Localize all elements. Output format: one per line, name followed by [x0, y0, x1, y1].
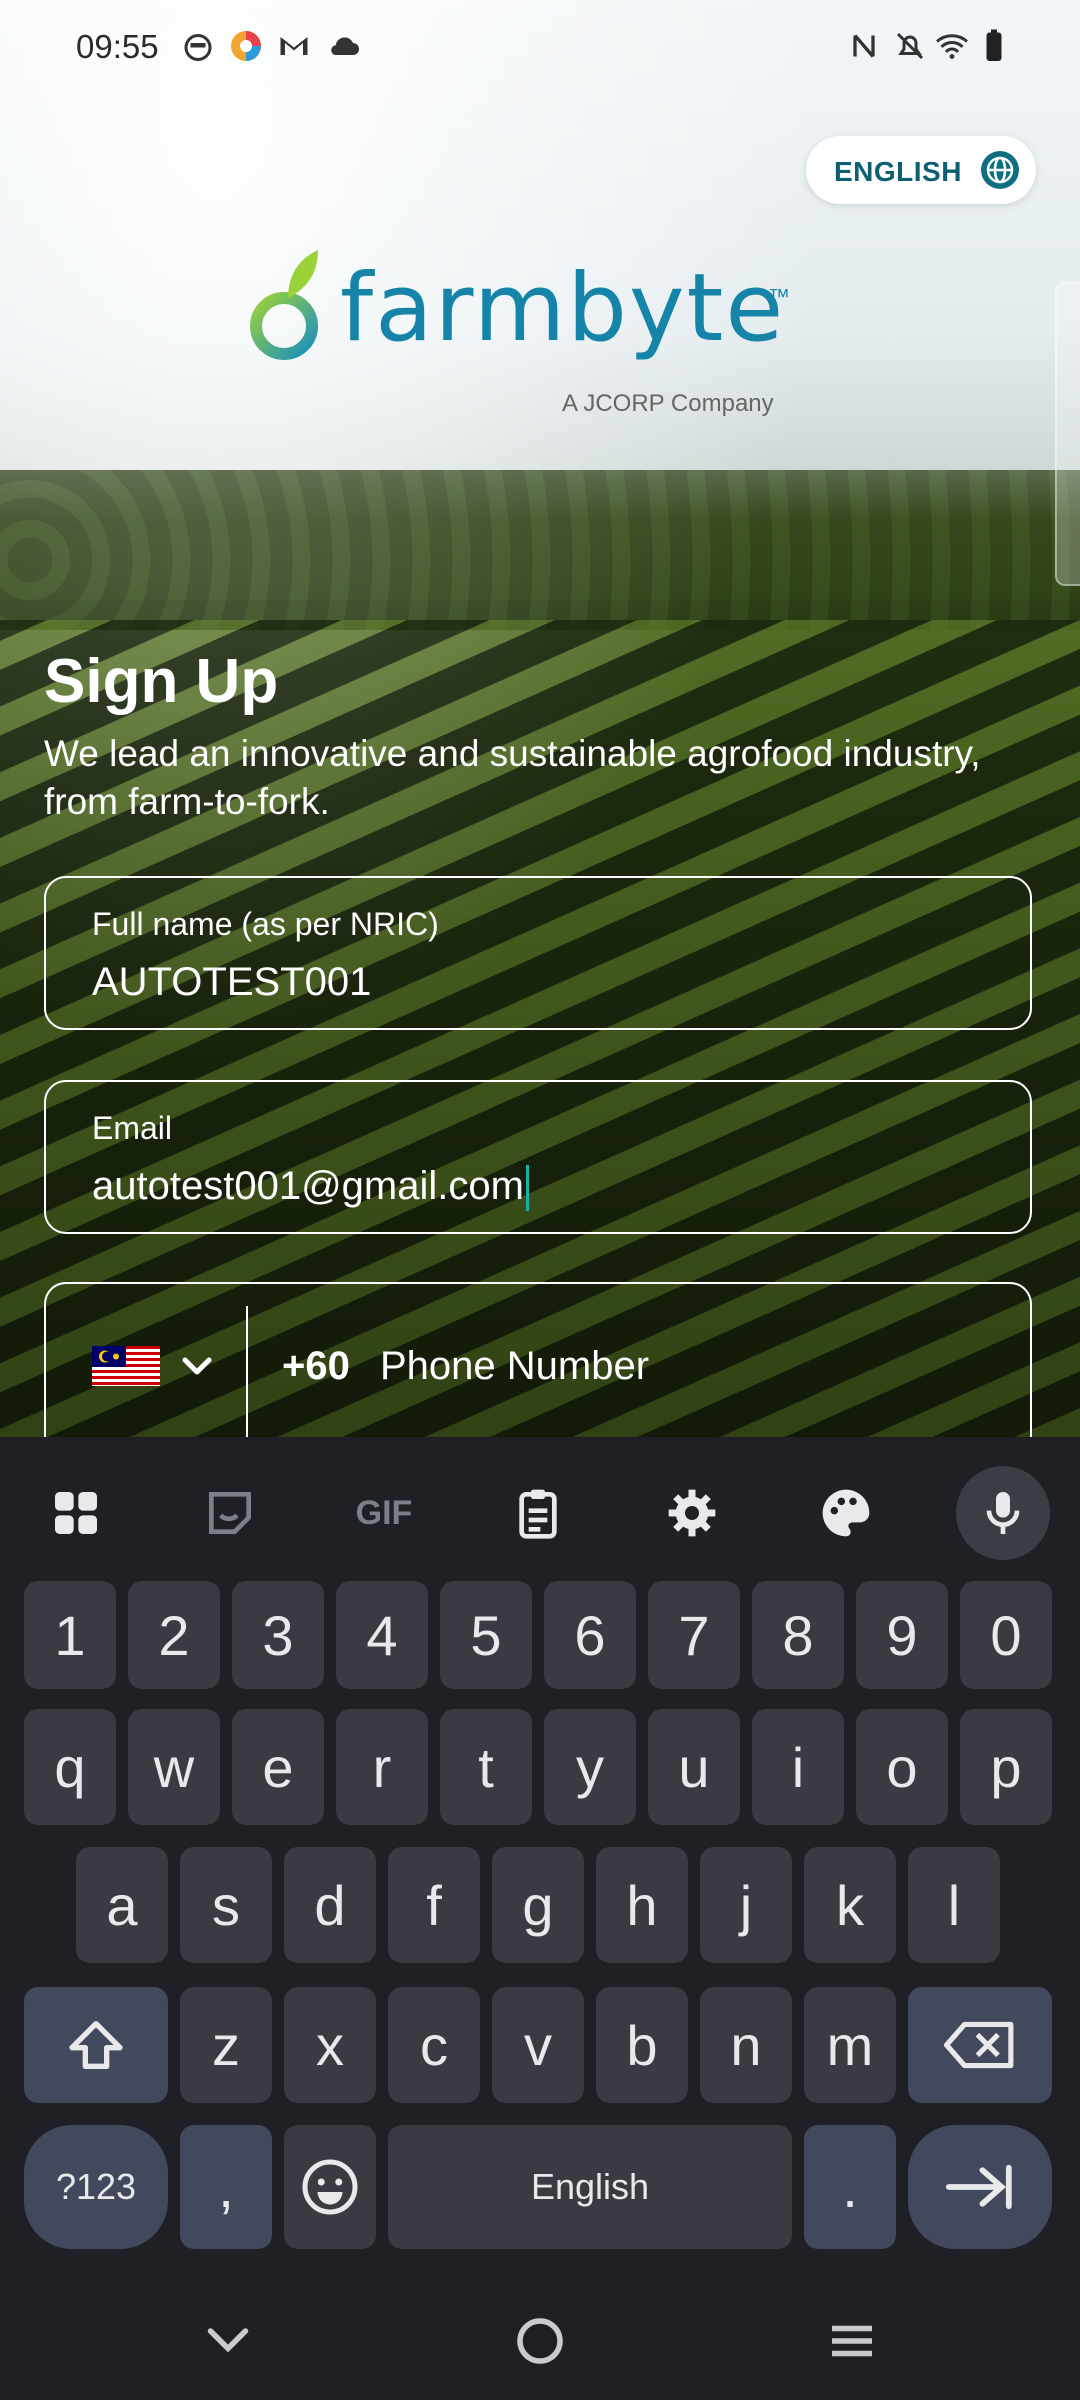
- page-subtitle: We lead an innovative and sustainable ag…: [44, 733, 981, 822]
- key-l[interactable]: l: [908, 1847, 1000, 1963]
- period-key[interactable]: .: [804, 2125, 896, 2249]
- key-3[interactable]: 3: [232, 1581, 324, 1689]
- comma-key[interactable]: ,: [180, 2125, 272, 2249]
- screen: 09:55 ENGLISH farmbyte ™ A JCORP Company…: [0, 0, 1080, 2400]
- side-panel-handle[interactable]: [1055, 282, 1080, 586]
- key-i[interactable]: i: [752, 1709, 844, 1825]
- apps-icon[interactable]: [26, 1463, 126, 1563]
- status-bar: 09:55: [0, 0, 1080, 96]
- key-u[interactable]: u: [648, 1709, 740, 1825]
- key-6[interactable]: 6: [544, 1581, 636, 1689]
- key-z[interactable]: z: [180, 1987, 272, 2103]
- nfc-icon: [846, 28, 882, 64]
- backspace-key[interactable]: [908, 1987, 1052, 2103]
- key-c[interactable]: c: [388, 1987, 480, 2103]
- gif-label: GIF: [355, 1493, 413, 1532]
- cloud-icon: [326, 28, 362, 64]
- globe-icon: [980, 150, 1020, 190]
- palette-icon[interactable]: [796, 1463, 896, 1563]
- gmail-icon: [276, 28, 312, 64]
- space-key[interactable]: English: [388, 2125, 792, 2249]
- key-k[interactable]: k: [804, 1847, 896, 1963]
- key-x[interactable]: x: [284, 1987, 376, 2103]
- key-t[interactable]: t: [440, 1709, 532, 1825]
- key-h[interactable]: h: [596, 1847, 688, 1963]
- emoji-icon: [302, 2159, 358, 2215]
- shift-icon: [69, 2021, 123, 2069]
- full-name-input[interactable]: AUTOTEST001: [92, 960, 371, 1005]
- menu-icon[interactable]: [822, 2311, 882, 2371]
- key-m[interactable]: m: [804, 1987, 896, 2103]
- phone-number-input[interactable]: Phone Number: [380, 1344, 649, 1389]
- malaysia-flag-icon[interactable]: [92, 1346, 160, 1386]
- key-9[interactable]: 9: [856, 1581, 948, 1689]
- symbols-label: ?123: [55, 2166, 137, 2207]
- symbols-key[interactable]: ?123: [24, 2125, 168, 2249]
- key-v[interactable]: v: [492, 1987, 584, 2103]
- keyboard: GIF 1 2 3 4 5 6 7 8 9 0 q w e r t y u i: [0, 1437, 1080, 2267]
- next-key[interactable]: [908, 2125, 1052, 2249]
- bell-off-icon: [892, 28, 928, 64]
- page-title: Sign Up: [44, 647, 279, 716]
- hide-keyboard-icon[interactable]: [198, 2311, 258, 2371]
- key-d[interactable]: d: [284, 1847, 376, 1963]
- battery-icon: [976, 28, 1012, 64]
- email-input[interactable]: autotest001@gmail.com: [92, 1164, 524, 1208]
- backspace-icon: [944, 2021, 1014, 2069]
- full-name-field[interactable]: Full name (as per NRIC) AUTOTEST001: [44, 876, 1032, 1030]
- mic-icon[interactable]: [956, 1466, 1050, 1560]
- key-0[interactable]: 0: [960, 1581, 1052, 1689]
- key-8[interactable]: 8: [752, 1581, 844, 1689]
- key-g[interactable]: g: [492, 1847, 584, 1963]
- navigation-bar: [0, 2267, 1080, 2400]
- gif-icon[interactable]: GIF: [334, 1463, 434, 1563]
- key-7[interactable]: 7: [648, 1581, 740, 1689]
- email-field[interactable]: Email autotest001@gmail.com: [44, 1080, 1032, 1234]
- key-4[interactable]: 4: [336, 1581, 428, 1689]
- language-selector-button[interactable]: ENGLISH: [806, 136, 1036, 204]
- color-app-icon: [228, 28, 264, 64]
- country-code: +60: [282, 1344, 350, 1388]
- key-s[interactable]: s: [180, 1847, 272, 1963]
- key-5[interactable]: 5: [440, 1581, 532, 1689]
- key-r[interactable]: r: [336, 1709, 428, 1825]
- key-f[interactable]: f: [388, 1847, 480, 1963]
- key-q[interactable]: q: [24, 1709, 116, 1825]
- face-icon: [180, 28, 216, 64]
- language-label: ENGLISH: [834, 156, 962, 187]
- shift-key[interactable]: [24, 1987, 168, 2103]
- key-1[interactable]: 1: [24, 1581, 116, 1689]
- wifi-icon: [934, 28, 970, 64]
- logo-wordmark: farmbyte: [340, 254, 786, 363]
- status-time: 09:55: [76, 28, 159, 65]
- key-y[interactable]: y: [544, 1709, 636, 1825]
- key-e[interactable]: e: [232, 1709, 324, 1825]
- sticker-icon[interactable]: [180, 1463, 280, 1563]
- key-b[interactable]: b: [596, 1987, 688, 2103]
- logo-tagline: A JCORP Company: [562, 390, 774, 417]
- space-label: English: [530, 2166, 650, 2207]
- email-label: Email: [92, 1110, 173, 1146]
- key-p[interactable]: p: [960, 1709, 1052, 1825]
- key-2[interactable]: 2: [128, 1581, 220, 1689]
- next-tab-icon: [945, 2164, 1012, 2210]
- phone-field[interactable]: +60 Phone Number: [44, 1282, 1032, 1442]
- text-caret: [525, 1165, 529, 1212]
- phone-divider: [246, 1306, 248, 1440]
- emoji-key[interactable]: [284, 2125, 376, 2249]
- key-n[interactable]: n: [700, 1987, 792, 2103]
- key-j[interactable]: j: [700, 1847, 792, 1963]
- farmbyte-leaf-mark: [250, 250, 318, 360]
- logo-trademark: ™: [768, 284, 790, 309]
- chevron-down-icon[interactable]: [180, 1352, 214, 1380]
- email-input-wrapper[interactable]: autotest001@gmail.com: [92, 1164, 529, 1212]
- settings-icon[interactable]: [642, 1463, 742, 1563]
- key-o[interactable]: o: [856, 1709, 948, 1825]
- farmbyte-logo: farmbyte ™ A JCORP Company: [248, 244, 808, 434]
- clipboard-icon[interactable]: [488, 1463, 588, 1563]
- key-w[interactable]: w: [128, 1709, 220, 1825]
- key-a[interactable]: a: [76, 1847, 168, 1963]
- full-name-label: Full name (as per NRIC): [92, 906, 439, 942]
- home-icon[interactable]: [510, 2311, 570, 2371]
